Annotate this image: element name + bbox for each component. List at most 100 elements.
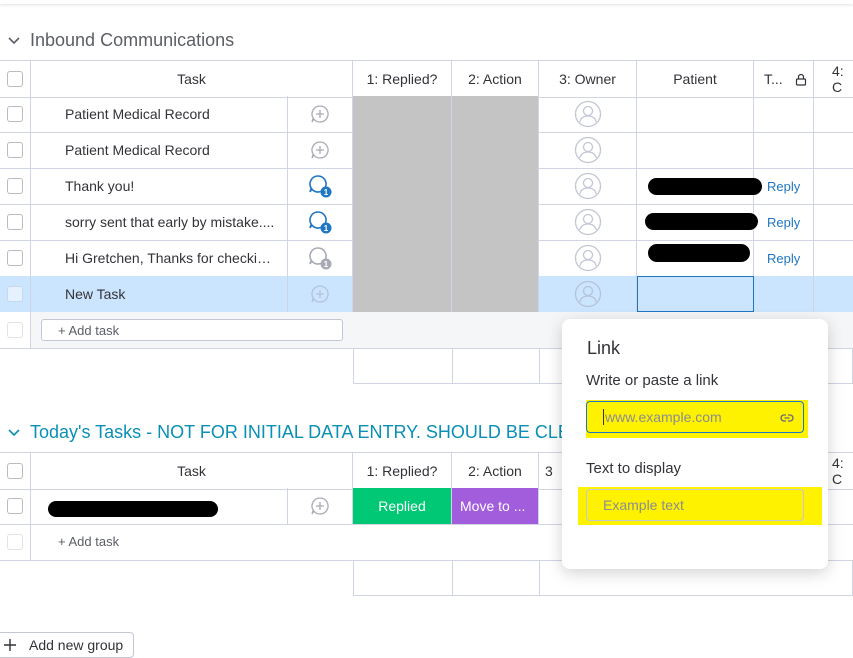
chevron-down-icon[interactable] [6, 424, 22, 440]
col4-cell[interactable] [814, 132, 853, 168]
col4-cell[interactable] [814, 96, 853, 132]
patient-cell-active[interactable] [637, 276, 754, 312]
t-cell[interactable] [754, 132, 814, 168]
select-all-checkbox[interactable] [7, 463, 23, 479]
replied-status-label[interactable]: Replied [353, 488, 452, 524]
col4-cell[interactable] [814, 168, 853, 204]
column-header-replied[interactable]: 1: Replied? [353, 453, 452, 489]
task-name-cell[interactable]: New Task [31, 276, 288, 312]
person-icon[interactable] [574, 280, 602, 308]
col4-cell[interactable] [814, 204, 853, 240]
replied-status-cell[interactable] [353, 132, 452, 168]
row-checkbox[interactable] [7, 106, 23, 122]
add-update-icon[interactable] [310, 140, 330, 160]
row-checkbox-cell[interactable] [0, 204, 31, 240]
row-checkbox[interactable] [7, 178, 23, 194]
add-update-cell[interactable] [288, 488, 353, 524]
owner-cell[interactable] [539, 168, 637, 204]
chevron-down-icon[interactable] [6, 32, 22, 48]
updates-chat-icon[interactable]: 1 [307, 245, 333, 271]
task-name[interactable]: sorry sent that early by mistake.... [31, 214, 275, 230]
row-checkbox[interactable] [7, 498, 23, 514]
col4-cell[interactable] [814, 276, 853, 312]
patient-cell[interactable] [637, 132, 754, 168]
add-update-icon[interactable] [310, 284, 330, 304]
owner-cell[interactable] [539, 204, 637, 240]
task-name[interactable]: Patient Medical Record [31, 106, 287, 122]
table-row[interactable]: Patient Medical Record [0, 132, 853, 169]
add-update-cell[interactable] [288, 96, 353, 132]
add-task-button[interactable]: + Add task [41, 319, 343, 341]
updates-cell[interactable]: 1 [288, 240, 353, 276]
column-header-action[interactable]: 2: Action [452, 453, 539, 489]
owner-cell[interactable] [539, 240, 637, 276]
action-status-cell[interactable] [452, 204, 539, 240]
action-status-cell[interactable] [452, 96, 539, 132]
person-icon[interactable] [574, 136, 602, 164]
group-header-inbound[interactable]: Inbound Communications [6, 28, 234, 52]
reply-link[interactable]: Reply [767, 215, 800, 230]
row-checkbox[interactable] [7, 286, 23, 302]
task-name-cell[interactable]: sorry sent that early by mistake.... [31, 204, 288, 240]
task-name-cell[interactable]: Thank you! [31, 168, 288, 204]
group-header-today[interactable]: Today's Tasks - NOT FOR INITIAL DATA ENT… [6, 420, 582, 444]
link-input[interactable]: www.example.com [586, 401, 804, 433]
display-text-input[interactable]: Example text [586, 489, 804, 521]
updates-cell[interactable]: 1 [288, 168, 353, 204]
t-cell[interactable]: Reply [754, 168, 814, 204]
replied-status-cell[interactable] [353, 240, 452, 276]
column-header-4[interactable]: 4: C [814, 61, 853, 97]
person-icon[interactable] [574, 208, 602, 236]
action-status-cell[interactable] [452, 168, 539, 204]
action-status-label[interactable]: Move to ... [452, 488, 539, 524]
person-icon[interactable] [574, 172, 602, 200]
row-checkbox-cell[interactable] [0, 132, 31, 168]
owner-cell[interactable] [539, 96, 637, 132]
task-name-cell[interactable]: Patient Medical Record [31, 132, 288, 168]
row-checkbox[interactable] [7, 214, 23, 230]
select-all-cell[interactable] [0, 61, 31, 97]
action-status-cell[interactable] [452, 132, 539, 168]
t-cell[interactable] [754, 276, 814, 312]
action-status-cell[interactable] [452, 276, 539, 312]
add-new-group-button[interactable]: Add new group [0, 632, 134, 658]
col4-cell[interactable] [814, 240, 853, 276]
task-name[interactable]: Hi Gretchen, Thanks for checkin... [31, 250, 275, 266]
updates-chat-icon[interactable]: 1 [307, 209, 333, 235]
patient-cell[interactable] [637, 96, 754, 132]
row-checkbox-cell[interactable] [0, 168, 31, 204]
reply-link[interactable]: Reply [767, 179, 800, 194]
add-update-cell[interactable] [288, 276, 353, 312]
task-name[interactable]: New Task [31, 286, 287, 302]
row-checkbox-cell[interactable] [0, 240, 31, 276]
task-name-cell[interactable]: Hi Gretchen, Thanks for checkin... [31, 240, 288, 276]
updates-chat-icon[interactable]: 1 [307, 173, 333, 199]
column-header-action[interactable]: 2: Action [452, 61, 539, 97]
action-status-cell[interactable] [452, 240, 539, 276]
table-row[interactable]: Patient Medical Record [0, 96, 853, 133]
group-title[interactable]: Inbound Communications [30, 30, 234, 51]
select-all-cell[interactable] [0, 453, 31, 489]
reply-link[interactable]: Reply [767, 251, 800, 266]
row-checkbox[interactable] [7, 250, 23, 266]
replied-status-cell[interactable] [353, 96, 452, 132]
owner-cell[interactable] [539, 132, 637, 168]
task-name[interactable]: Patient Medical Record [31, 142, 287, 158]
table-row-selected[interactable]: New Task [0, 276, 853, 313]
column-header-task[interactable]: Task [31, 61, 353, 97]
person-icon[interactable] [574, 100, 602, 128]
owner-cell[interactable] [539, 276, 637, 312]
add-update-icon[interactable] [310, 496, 330, 516]
updates-cell[interactable]: 1 [288, 204, 353, 240]
t-cell[interactable]: Reply [754, 240, 814, 276]
group-title[interactable]: Today's Tasks - NOT FOR INITIAL DATA ENT… [30, 422, 582, 443]
add-update-cell[interactable] [288, 132, 353, 168]
column-header-owner[interactable]: 3: Owner [539, 61, 637, 97]
person-icon[interactable] [574, 244, 602, 272]
row-checkbox-cell[interactable] [0, 276, 31, 312]
row-checkbox-cell[interactable] [0, 488, 31, 524]
add-update-icon[interactable] [310, 104, 330, 124]
replied-status-cell[interactable] [353, 204, 452, 240]
column-header-task[interactable]: Task [31, 453, 353, 489]
row-checkbox-cell[interactable] [0, 96, 31, 132]
